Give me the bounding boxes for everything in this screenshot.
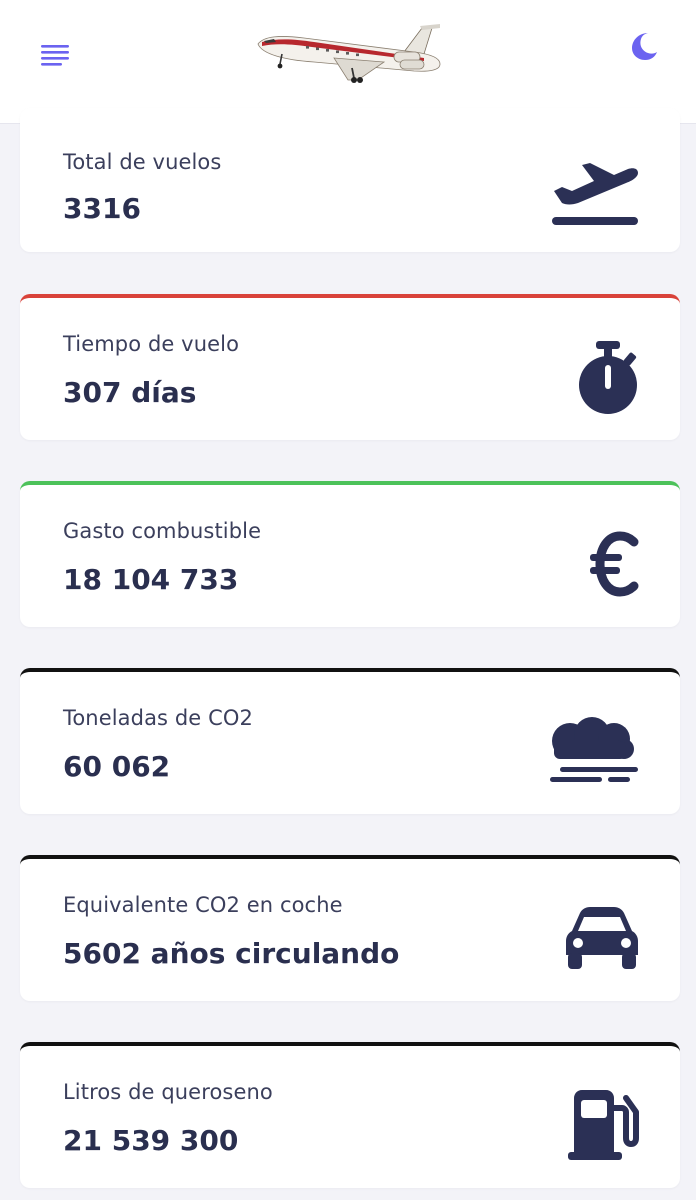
stat-card-fuel-cost: Gasto combustible 18 104 733 [20,481,680,627]
stat-value: 5602 años circulando [63,937,400,970]
stat-label: Equivalente CO2 en coche [63,893,343,917]
gas-pump-icon [568,1090,639,1160]
stat-card-car-equivalent: Equivalente CO2 en coche 5602 años circu… [20,855,680,1001]
stat-card-kerosene-liters: Litros de queroseno 21 539 300 [20,1042,680,1188]
stat-label: Tiempo de vuelo [63,332,240,356]
moon-icon [632,33,657,60]
plane-takeoff-icon [552,163,638,225]
car-icon [566,907,638,969]
stat-value: 3316 [63,192,141,225]
stat-value: 18 104 733 [63,563,239,596]
stat-label: Total de vuelos [63,150,222,174]
menu-button[interactable] [36,38,74,72]
stat-card-flight-time: Tiempo de vuelo 307 días [20,294,680,440]
airplane-logo [257,24,441,83]
euro-icon [590,531,639,597]
stat-value: 60 062 [63,750,171,783]
stat-value: 307 días [63,376,197,409]
app-header [0,0,696,124]
stat-label: Litros de queroseno [63,1080,273,1104]
stopwatch-icon [579,341,637,414]
stat-card-total-flights: Total de vuelos 3316 [20,108,680,252]
hamburger-menu-icon [41,45,69,66]
theme-toggle-button[interactable] [624,26,664,66]
stat-label: Gasto combustible [63,519,262,543]
stat-value: 21 539 300 [63,1124,239,1157]
stat-label: Toneladas de CO2 [63,706,253,730]
smog-icon [550,717,638,782]
stat-card-co2-tons: Toneladas de CO2 60 062 [20,668,680,814]
